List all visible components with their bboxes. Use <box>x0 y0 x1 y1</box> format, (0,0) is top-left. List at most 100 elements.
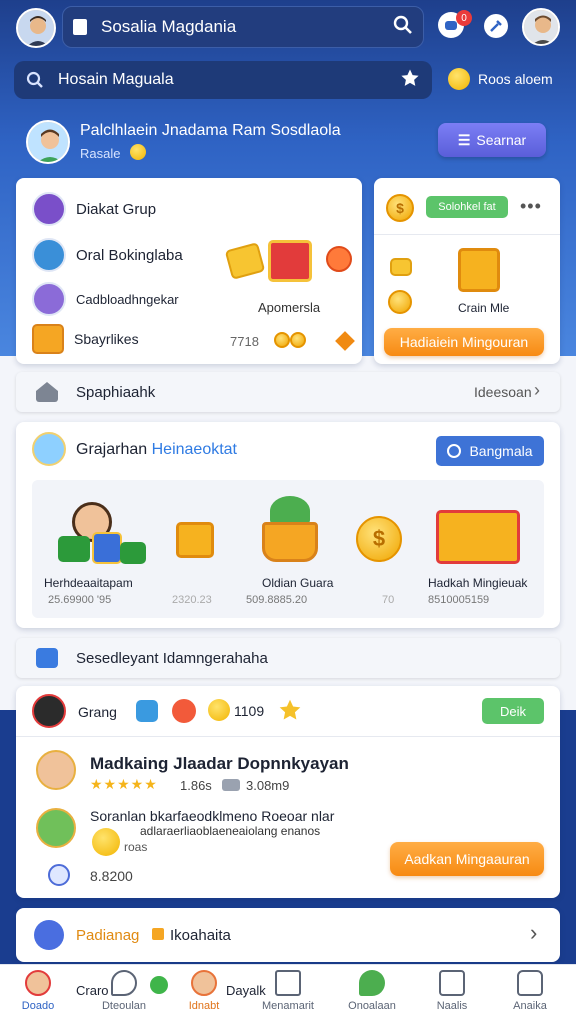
reward-label: Apomersla <box>258 300 321 315</box>
list-item-label: Oral Bokinglaba <box>76 246 183 264</box>
app-title-bar[interactable]: Sosalia Magdania <box>62 6 424 48</box>
coin-icon <box>290 332 306 348</box>
group-action-button[interactable]: Deik <box>482 698 544 724</box>
box-icon <box>152 928 164 940</box>
group-action-label: Deik <box>499 703 526 719</box>
footer-right-label: Ikoahaita <box>170 927 231 944</box>
claim-reward-button[interactable]: Hadiaiein Mingouran <box>384 328 544 356</box>
gift-item[interactable]: Hadkah Mingieuak 8510005159 <box>428 496 538 616</box>
coin-icon: $ <box>386 194 414 222</box>
section-title: Grajarhan Heinaeoktat <box>76 441 237 459</box>
circle-icon <box>447 444 462 458</box>
search-input[interactable]: Hosain Maguala <box>14 61 432 99</box>
search-icon: ☰ <box>457 131 471 148</box>
reward-count: 7718 <box>230 334 259 349</box>
footer-icon <box>34 920 64 950</box>
nav-row-label: Spaphiaahk <box>76 384 156 401</box>
section-title-text: Grajarhan <box>76 441 148 458</box>
groups-card: Diakat Grup Oral Bokinglaba Cadbloadhnge… <box>16 178 362 364</box>
tab-more[interactable]: Anaika <box>492 970 568 1012</box>
list-item[interactable]: Diakat Grup <box>32 192 156 226</box>
divider <box>16 736 560 737</box>
footer-row[interactable]: Padianag Ikoahaita › <box>16 908 560 962</box>
footer-left-label: Padianag <box>76 927 140 944</box>
gift-box-icon <box>120 542 146 564</box>
coin-icon <box>388 290 412 314</box>
secondary-row[interactable]: Sesedleyant Idamngerahaha <box>16 638 560 678</box>
banner-subtitle: Rasale <box>80 146 121 161</box>
section-title-link[interactable]: Heinaeoktat <box>152 441 237 458</box>
gift-item[interactable]: $ 70 <box>356 496 416 616</box>
tools-button[interactable] <box>484 14 508 38</box>
emoji-icon[interactable] <box>172 699 196 723</box>
chevron-right-icon: › <box>530 920 538 945</box>
reward-pill[interactable]: Solohkel fat <box>426 196 508 218</box>
user-avatar[interactable] <box>16 8 56 48</box>
document-icon <box>73 19 87 35</box>
gift-box-icon <box>268 240 312 282</box>
gift-box-icon <box>176 522 214 558</box>
tab-garden[interactable]: Onoalaan <box>334 970 410 1012</box>
avatar <box>32 238 66 272</box>
gift-value: 2320.23 <box>172 594 212 606</box>
gifts-section: Grajarhan Heinaeoktat Bangmala Herhdeaai… <box>16 422 560 628</box>
tab-home[interactable]: Doado <box>0 970 76 1012</box>
price-icon <box>48 864 70 886</box>
avatar <box>36 750 76 790</box>
coin-icon: $ <box>356 516 402 562</box>
gift-box-icon <box>458 248 500 292</box>
gift-item[interactable]: Oldian Guara 509.8885.20 <box>246 496 358 616</box>
profile-avatar[interactable] <box>522 8 560 46</box>
section-avatar <box>32 432 66 466</box>
banner-search-label: Searnar <box>476 132 527 148</box>
star-icon[interactable] <box>400 68 420 93</box>
group-count: 1109 <box>234 703 265 719</box>
home-icon <box>36 382 58 402</box>
gift-value: 509.8885.20 <box>246 594 308 606</box>
gift-item[interactable]: 2320.23 <box>168 496 238 616</box>
tab-label: Anaika <box>513 1000 547 1012</box>
smiley-icon <box>448 68 470 90</box>
reward-card: $ Solohkel fat ••• Crain Mle Hadiaiein M… <box>374 178 560 364</box>
rating-extra: 3.08m9 <box>246 778 290 793</box>
bag-icon <box>517 970 543 996</box>
tab-chat[interactable]: Dteoulan <box>86 970 162 1012</box>
app-title: Sosalia Magdania <box>101 17 237 36</box>
avatar <box>25 970 51 996</box>
section-action-button[interactable]: Bangmala <box>436 436 544 466</box>
list-item[interactable]: Sbayrlikes <box>32 324 139 354</box>
banner-search-button[interactable]: ☰ Searnar <box>438 123 546 157</box>
search-side-label: Roos aloem <box>478 71 553 87</box>
tab-label: Dteoulan <box>101 1000 147 1012</box>
gift-value: 70 <box>382 594 395 606</box>
tab-label: Onoalaan <box>348 1000 396 1012</box>
camera-icon[interactable] <box>136 700 158 722</box>
list-item[interactable]: Oral Bokinglaba <box>32 238 183 272</box>
avatar <box>32 192 66 226</box>
tab-label: Doado <box>21 1000 55 1012</box>
rating-stars: ★★★★★ <box>90 776 158 792</box>
coin-icon <box>326 246 352 272</box>
search-icon <box>26 71 43 88</box>
calendar-icon <box>439 970 465 996</box>
emoji-icon[interactable] <box>208 699 230 721</box>
tab-menu[interactable]: Menamarit <box>250 970 326 1012</box>
gift-value: 25.69900 '95 <box>48 594 112 606</box>
star-icon[interactable] <box>278 698 302 727</box>
group-card: Grang 1109 Deik Madkaing Jlaadar Dopnnky… <box>16 686 560 898</box>
gift-value: 8510005159 <box>428 594 490 606</box>
gifts-panel: Herhdeaaitapam 25.69900 '95 2320.23 Oldi… <box>32 480 544 618</box>
gift-name: Herhdeaaitapam <box>44 576 133 590</box>
join-button[interactable]: Aadkan Mingaauran <box>390 842 544 876</box>
badge-icon <box>36 648 58 668</box>
divider <box>374 234 560 235</box>
more-options-icon[interactable]: ••• <box>520 196 542 217</box>
avatar <box>32 282 66 316</box>
gift-item[interactable]: Herhdeaaitapam 25.69900 '95 <box>44 496 172 616</box>
tab-label: Idnabt <box>188 1000 220 1012</box>
tab-calendar[interactable]: Naalis <box>414 970 490 1012</box>
frame-icon <box>275 970 301 996</box>
nav-row[interactable]: Spaphiaahk Ideesoan › <box>16 372 560 412</box>
search-icon[interactable] <box>393 15 413 40</box>
list-item[interactable]: Cadbloadhngekar <box>32 282 179 316</box>
